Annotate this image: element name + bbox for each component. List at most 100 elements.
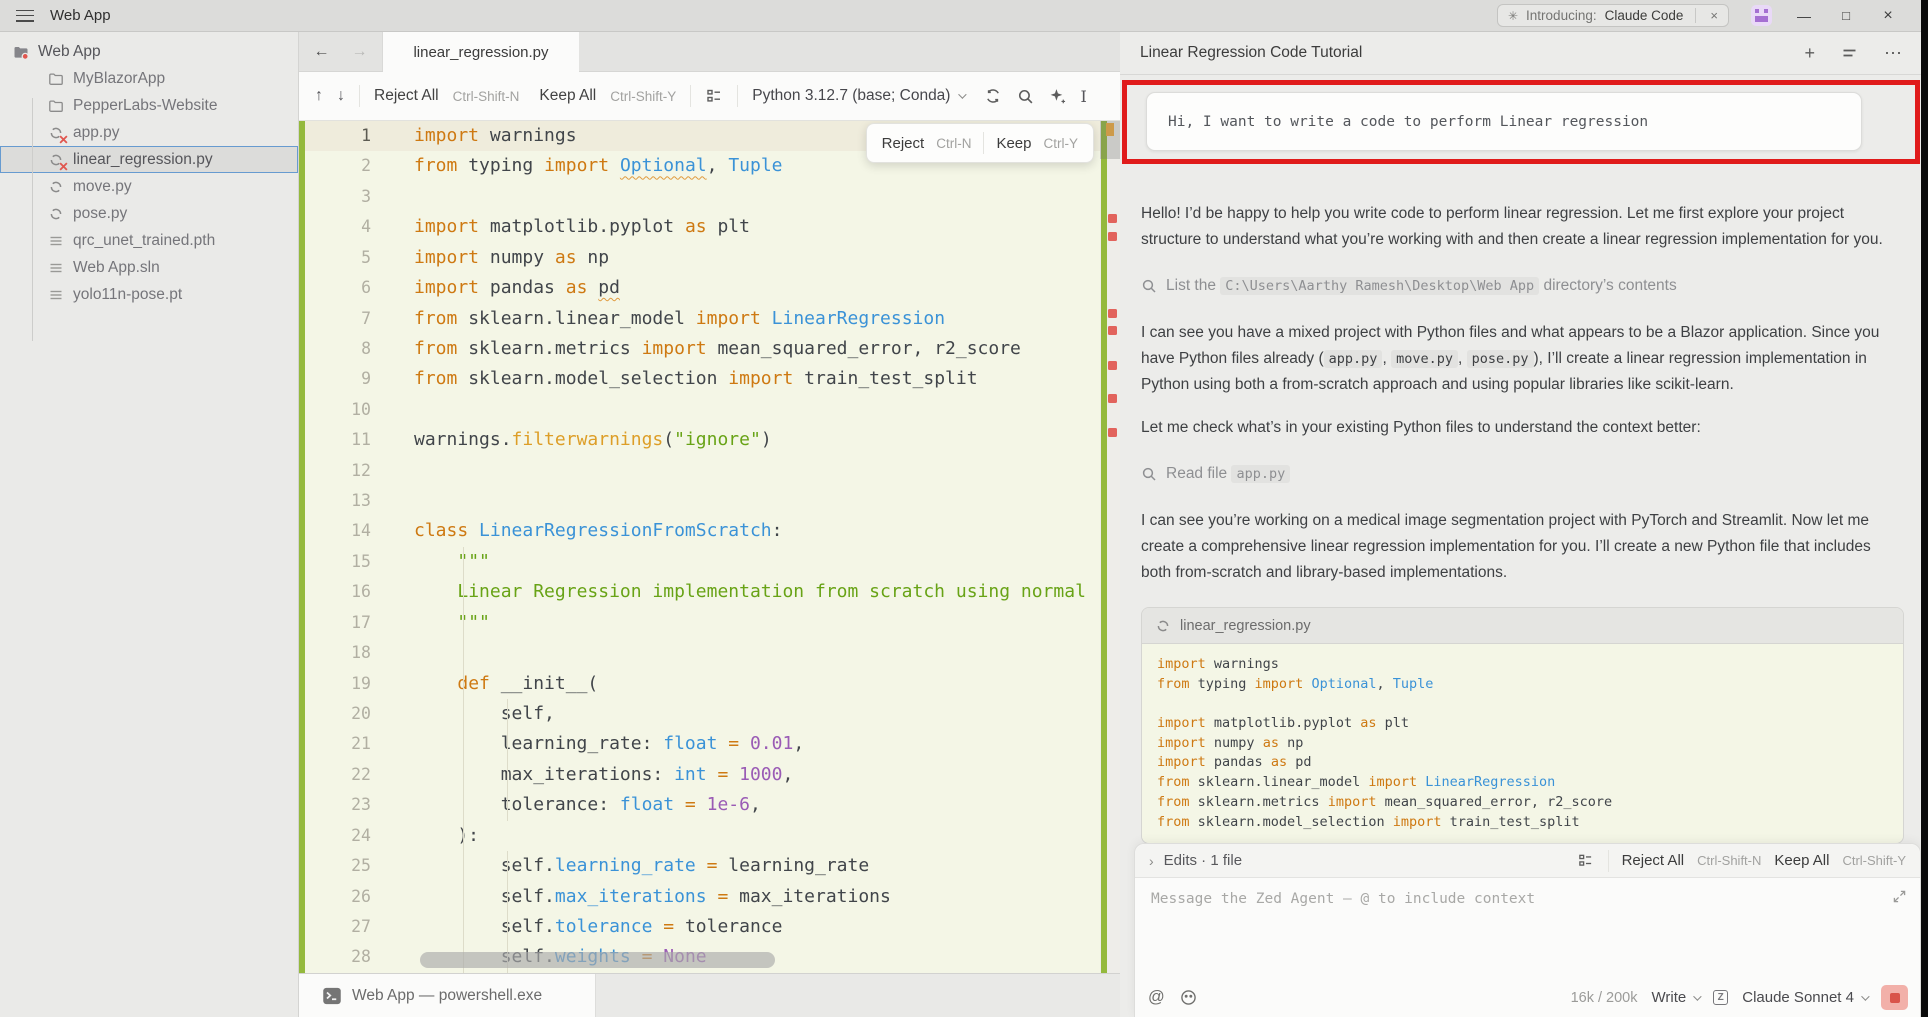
model-selector[interactable]: Claude Sonnet 4: [1742, 989, 1867, 1006]
mention-icon[interactable]: @: [1148, 988, 1165, 1007]
banner-close-icon[interactable]: ×: [1704, 8, 1724, 23]
code-line: 10: [305, 395, 1100, 425]
search-icon[interactable]: [1016, 88, 1034, 105]
claude-code-banner[interactable]: ✳ Introducing: Claude Code ×: [1497, 4, 1729, 27]
tab-linear-regression[interactable]: linear_regression.py: [383, 32, 579, 72]
sidebar-item-pepperlabs-website[interactable]: PepperLabs-Website: [0, 92, 298, 119]
diff-added-scroll-stripe: [1101, 121, 1107, 973]
sidebar-item-yolo11n-pose-pt[interactable]: yolo11n-pose.pt: [0, 281, 298, 308]
sidebar-item-label: MyBlazorApp: [73, 70, 165, 88]
stop-button[interactable]: [1881, 985, 1908, 1010]
terminal-icon: [322, 986, 342, 1006]
review-list-icon[interactable]: [705, 88, 723, 104]
code-line: import warnings: [1157, 655, 1888, 675]
chevron-right-icon[interactable]: ›: [1149, 853, 1154, 869]
avatar[interactable]: [1751, 5, 1772, 26]
expand-icon[interactable]: [1893, 890, 1906, 903]
line-number: 2: [305, 151, 371, 181]
indent-guide: [507, 699, 508, 821]
keep-all-button[interactable]: Keep All: [539, 87, 596, 105]
user-message[interactable]: Hi, I want to write a code to perform Li…: [1146, 92, 1862, 151]
python-file-error-icon: [48, 125, 64, 141]
code-line: 7from sklearn.linear_model import Linear…: [305, 304, 1100, 334]
assistant-thread: Hello! I’d be happy to help you write co…: [1141, 201, 1904, 843]
mode-selector[interactable]: Write: [1652, 989, 1700, 1006]
minimize-button[interactable]: —: [1794, 8, 1814, 24]
sidebar-item-move-py[interactable]: move.py: [0, 173, 298, 200]
assistant-paragraph: I can see you’re working on a medical im…: [1141, 508, 1904, 586]
scrollbar-gutter[interactable]: [1100, 121, 1120, 973]
code-card-header[interactable]: linear_regression.py: [1142, 608, 1903, 644]
code-line: 18: [305, 638, 1100, 668]
nav-back-icon[interactable]: ←: [314, 43, 330, 61]
edits-label: Edits · 1 file: [1164, 852, 1242, 869]
chevron-down-icon: [1693, 992, 1701, 1000]
sidebar-item-linear-regression-py[interactable]: linear_regression.py: [0, 146, 298, 173]
code-lines: 1import warnings2from typing import Opti…: [305, 121, 1100, 973]
tool-call-row[interactable]: List the C:\Users\Aarthy Ramesh\Desktop\…: [1141, 273, 1904, 299]
code-line: 25 self.learning_rate = learning_rate: [305, 851, 1100, 881]
sidebar-item-label: linear_regression.py: [73, 151, 213, 169]
code-line: from sklearn.model_selection import trai…: [1157, 813, 1888, 833]
review-list-icon[interactable]: [1577, 853, 1595, 868]
banner-prefix: Introducing:: [1526, 8, 1597, 23]
keep-hunk-button[interactable]: Keep: [996, 135, 1031, 152]
reject-hunk-button[interactable]: Reject: [882, 135, 925, 152]
tool-call-row[interactable]: Read file app.py: [1141, 461, 1904, 487]
vertical-scrollbar-thumb[interactable]: [1100, 121, 1120, 159]
code-line: 11warnings.filterwarnings("ignore"): [305, 425, 1100, 455]
code-block-card[interactable]: linear_regression.pyimport warnings from …: [1141, 607, 1904, 843]
sync-icon[interactable]: [984, 87, 1002, 105]
sidebar-root-web-app[interactable]: Web App: [0, 38, 298, 65]
code-line: 21 learning_rate: float = 0.01,: [305, 729, 1100, 759]
folder-icon: [48, 98, 64, 114]
horizontal-scrollbar[interactable]: [420, 952, 775, 968]
history-icon[interactable]: [1842, 47, 1857, 59]
sidebar-item-myblazorapp[interactable]: MyBlazorApp: [0, 65, 298, 92]
maximize-button[interactable]: □: [1836, 8, 1856, 23]
sidebar-item-web-app-sln[interactable]: Web App.sln: [0, 254, 298, 281]
keep-all-shortcut: Ctrl-Shift-Y: [1842, 853, 1906, 868]
banner-name: Claude Code: [1605, 8, 1684, 23]
sidebar-item-pose-py[interactable]: pose.py: [0, 200, 298, 227]
nav-forward-icon[interactable]: →: [352, 43, 368, 61]
editor-toolbar: ↑ ↓ Reject All Ctrl-Shift-N Keep All Ctr…: [299, 72, 1120, 121]
line-number: 13: [305, 486, 371, 516]
more-options-icon[interactable]: ⋯: [1884, 43, 1902, 64]
interpreter-label: Python 3.12.7 (base; Conda): [752, 87, 950, 105]
next-hunk-icon[interactable]: ↓: [337, 87, 345, 105]
diff-added-gutter: [299, 121, 305, 973]
sidebar-item-app-py[interactable]: app.py: [0, 119, 298, 146]
text-cursor-icon[interactable]: I: [1080, 87, 1086, 106]
code-editor[interactable]: 1import warnings2from typing import Opti…: [299, 121, 1120, 973]
app-menu-icon[interactable]: [16, 10, 34, 22]
error-marker: [1108, 309, 1117, 318]
code-line: [1157, 694, 1888, 714]
reject-all-button[interactable]: Reject All: [374, 87, 439, 105]
inline-code-chip: move.py: [1391, 350, 1458, 368]
keep-all-button[interactable]: Keep All: [1774, 852, 1829, 869]
editor-pane: ← → linear_regression.py ↑ ↓ Reject All …: [299, 32, 1120, 1017]
sidebar-item-label: yolo11n-pose.pt: [73, 286, 182, 304]
line-number: 9: [305, 364, 371, 394]
terminal-tab[interactable]: Web App — powershell.exe: [299, 974, 596, 1017]
error-marker: [1108, 361, 1117, 370]
line-number: 4: [305, 212, 371, 242]
sidebar-item-qrc-unet-trained-pth[interactable]: qrc_unet_trained.pth: [0, 227, 298, 254]
code-line: 27 self.tolerance = tolerance: [305, 912, 1100, 942]
line-number: 8: [305, 334, 371, 364]
prev-hunk-icon[interactable]: ↑: [315, 87, 323, 105]
message-composer[interactable]: Message the Zed Agent — @ to include con…: [1135, 878, 1920, 1017]
code-card-filename: linear_regression.py: [1180, 613, 1311, 639]
code-line: 14class LinearRegressionFromScratch:: [305, 516, 1100, 546]
new-thread-icon[interactable]: +: [1804, 43, 1815, 64]
sparkles-icon[interactable]: [1048, 88, 1066, 105]
agent-panel-header: Linear Regression Code Tutorial + ⋯: [1120, 32, 1928, 75]
screen-edge: [1921, 0, 1928, 1017]
edits-bar: › Edits · 1 file Reject All Ctrl-Shift-N…: [1135, 844, 1920, 878]
reject-all-button[interactable]: Reject All: [1622, 852, 1685, 869]
python-interpreter-selector[interactable]: Python 3.12.7 (base; Conda): [752, 87, 964, 105]
close-button[interactable]: ×: [1878, 7, 1898, 25]
face-icon[interactable]: [1180, 989, 1197, 1006]
error-marker: [1108, 428, 1117, 437]
